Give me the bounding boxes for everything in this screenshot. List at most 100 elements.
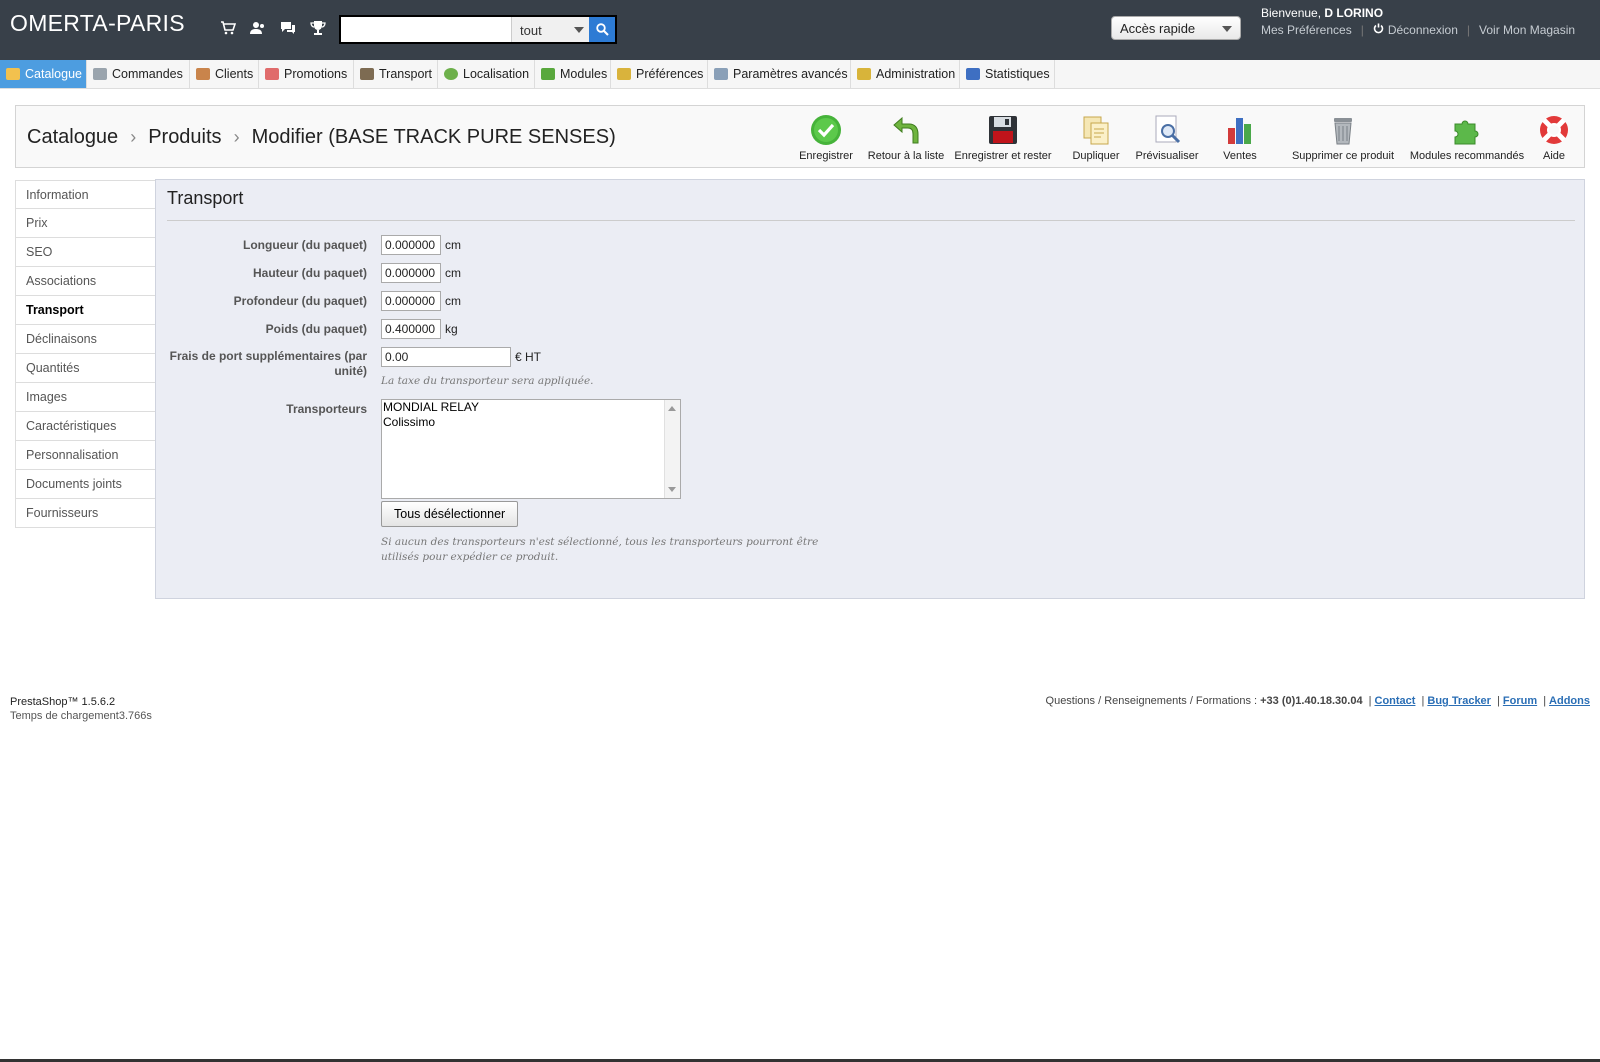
- cart-icon[interactable]: [218, 18, 238, 38]
- shop-name[interactable]: OMERTA-PARIS: [10, 10, 185, 37]
- weight-unit: kg: [445, 322, 458, 336]
- sidebar-item-caracteristiques[interactable]: Caractéristiques: [15, 412, 156, 441]
- preview-button[interactable]: Prévisualiser: [1126, 114, 1208, 162]
- contact-link[interactable]: Contact: [1375, 695, 1416, 707]
- search-input[interactable]: [343, 19, 510, 42]
- width-label: Longueur (du paquet): [243, 238, 367, 252]
- height-unit: cm: [445, 266, 461, 280]
- toolbar-button-label: Enregistrer et rester: [954, 150, 1052, 162]
- carrier-option[interactable]: MONDIAL RELAY: [382, 400, 680, 415]
- duplicate-icon: [1080, 114, 1112, 146]
- carriers-select[interactable]: MONDIAL RELAY Colissimo: [381, 399, 681, 499]
- nav-item-label: Catalogue: [25, 67, 82, 81]
- nav-item-statistiques[interactable]: Statistiques: [960, 60, 1055, 88]
- logout-link[interactable]: Déconnexion: [1388, 23, 1458, 37]
- carriers-hint: Si aucun des transporteurs n'est sélecti…: [381, 536, 819, 563]
- sidebar-item-seo[interactable]: SEO: [15, 238, 156, 267]
- separator: |: [1360, 23, 1364, 37]
- tools-icon: [714, 68, 728, 80]
- quick-access-label: Accès rapide: [1120, 21, 1196, 36]
- preview-icon: [1151, 114, 1183, 146]
- save-check-icon: [810, 114, 842, 146]
- toolbar-button-label: Enregistrer: [799, 150, 853, 162]
- footer-links: Questions / Renseignements / Formations …: [1046, 695, 1590, 707]
- search-button[interactable]: [589, 17, 615, 42]
- addons-link[interactable]: Addons: [1549, 695, 1590, 707]
- nav-item-catalogue[interactable]: Catalogue: [0, 60, 87, 88]
- delete-product-button[interactable]: Supprimer ce produit: [1278, 114, 1408, 162]
- view-shop-link[interactable]: Voir Mon Magasin: [1479, 23, 1575, 37]
- nav-item-transport[interactable]: Transport: [354, 60, 438, 88]
- nav-item-modules[interactable]: Modules: [535, 60, 611, 88]
- weight-input[interactable]: 0.400000: [381, 319, 441, 339]
- nav-item-clients[interactable]: Clients: [190, 60, 259, 88]
- depth-input[interactable]: 0.000000: [381, 291, 441, 311]
- chart-icon: [966, 68, 980, 80]
- user-icon: [196, 68, 210, 80]
- nav-item-label: Préférences: [636, 67, 704, 81]
- nav-item-localisation[interactable]: Localisation: [438, 60, 535, 88]
- height-input[interactable]: 0.000000: [381, 263, 441, 283]
- sidebar-item-prix[interactable]: Prix: [15, 209, 156, 238]
- preferences-link[interactable]: Mes Préférences: [1261, 23, 1352, 37]
- extra-shipping-input[interactable]: 0.00: [381, 347, 511, 367]
- forum-link[interactable]: Forum: [1503, 695, 1537, 707]
- customers-icon[interactable]: [248, 18, 268, 38]
- version-text: PrestaShop™ 1.5.6.2: [10, 696, 116, 708]
- sidebar-item-documents-joints[interactable]: Documents joints: [15, 470, 156, 499]
- sales-button[interactable]: Ventes: [1209, 114, 1271, 162]
- nav-item-preferences[interactable]: Préférences: [611, 60, 708, 88]
- save-and-stay-button[interactable]: Enregistrer et rester: [943, 114, 1063, 162]
- back-to-list-button[interactable]: Retour à la liste: [860, 114, 952, 162]
- extra-shipping-hint: La taxe du transporteur sera appliquée.: [381, 375, 594, 387]
- user-links: Mes Préférences | Déconnexion | Voir Mon…: [1261, 23, 1575, 37]
- key-icon: [857, 68, 871, 80]
- sidebar-item-transport[interactable]: Transport: [15, 296, 156, 325]
- top-header: OMERTA-PARIS tout Accès rapide Bienvenue…: [0, 0, 1600, 60]
- recommended-modules-button[interactable]: Modules recommandés: [1397, 114, 1537, 162]
- header-icons: [218, 18, 328, 38]
- separator: |: [1368, 695, 1372, 707]
- breadcrumb-produits[interactable]: Produits: [148, 126, 221, 149]
- duplicate-button[interactable]: Dupliquer: [1056, 114, 1136, 162]
- sidebar-item-information[interactable]: Information: [15, 180, 156, 209]
- nav-item-promotions[interactable]: Promotions: [259, 60, 354, 88]
- width-input[interactable]: 0.000000: [381, 235, 441, 255]
- trophy-icon[interactable]: [308, 18, 328, 38]
- weight-label: Poids (du paquet): [265, 322, 367, 336]
- puzzle-icon: [1451, 114, 1483, 146]
- scrollbar[interactable]: [664, 400, 680, 498]
- sidebar-item-images[interactable]: Images: [15, 383, 156, 412]
- deselect-all-button[interactable]: Tous désélectionner: [381, 501, 519, 527]
- user-name: D LORINO: [1324, 6, 1384, 20]
- divider: [167, 220, 1575, 221]
- nav-item-label: Clients: [215, 67, 254, 81]
- quick-access-select[interactable]: Accès rapide: [1111, 16, 1241, 40]
- separator: |: [1466, 23, 1471, 37]
- bug-tracker-link[interactable]: Bug Tracker: [1427, 695, 1491, 707]
- nav-item-administration[interactable]: Administration: [851, 60, 960, 88]
- search-scope-select[interactable]: tout: [511, 17, 590, 42]
- footer-info: PrestaShop™ 1.5.6.2 Temps de chargement3…: [10, 695, 152, 723]
- help-button[interactable]: Aide: [1534, 114, 1574, 162]
- toolbar-button-label: Aide: [1542, 150, 1566, 162]
- chevron-down-icon: [574, 27, 584, 33]
- puzzle-icon: [541, 68, 555, 80]
- sidebar-item-associations[interactable]: Associations: [15, 267, 156, 296]
- sidebar-item-quantites[interactable]: Quantités: [15, 354, 156, 383]
- sidebar-item-personnalisation[interactable]: Personnalisation: [15, 441, 156, 470]
- chevron-up-icon: [668, 406, 676, 411]
- wrench-icon: [617, 68, 631, 80]
- save-button[interactable]: Enregistrer: [780, 114, 872, 162]
- sidebar-item-declinaisons[interactable]: Déclinaisons: [15, 325, 156, 354]
- nav-item-commandes[interactable]: Commandes: [87, 60, 190, 88]
- carrier-option[interactable]: Colissimo: [382, 415, 680, 430]
- breadcrumb-catalogue[interactable]: Catalogue: [27, 126, 118, 149]
- extra-shipping-unit: € HT: [515, 350, 542, 364]
- nav-item-advanced-params[interactable]: Paramètres avancés: [708, 60, 851, 88]
- trash-icon: [1327, 114, 1359, 146]
- messages-icon[interactable]: [278, 18, 298, 38]
- sidebar-item-fournisseurs[interactable]: Fournisseurs: [15, 499, 156, 528]
- separator: |: [1421, 695, 1425, 707]
- panel-title: Transport: [167, 188, 244, 208]
